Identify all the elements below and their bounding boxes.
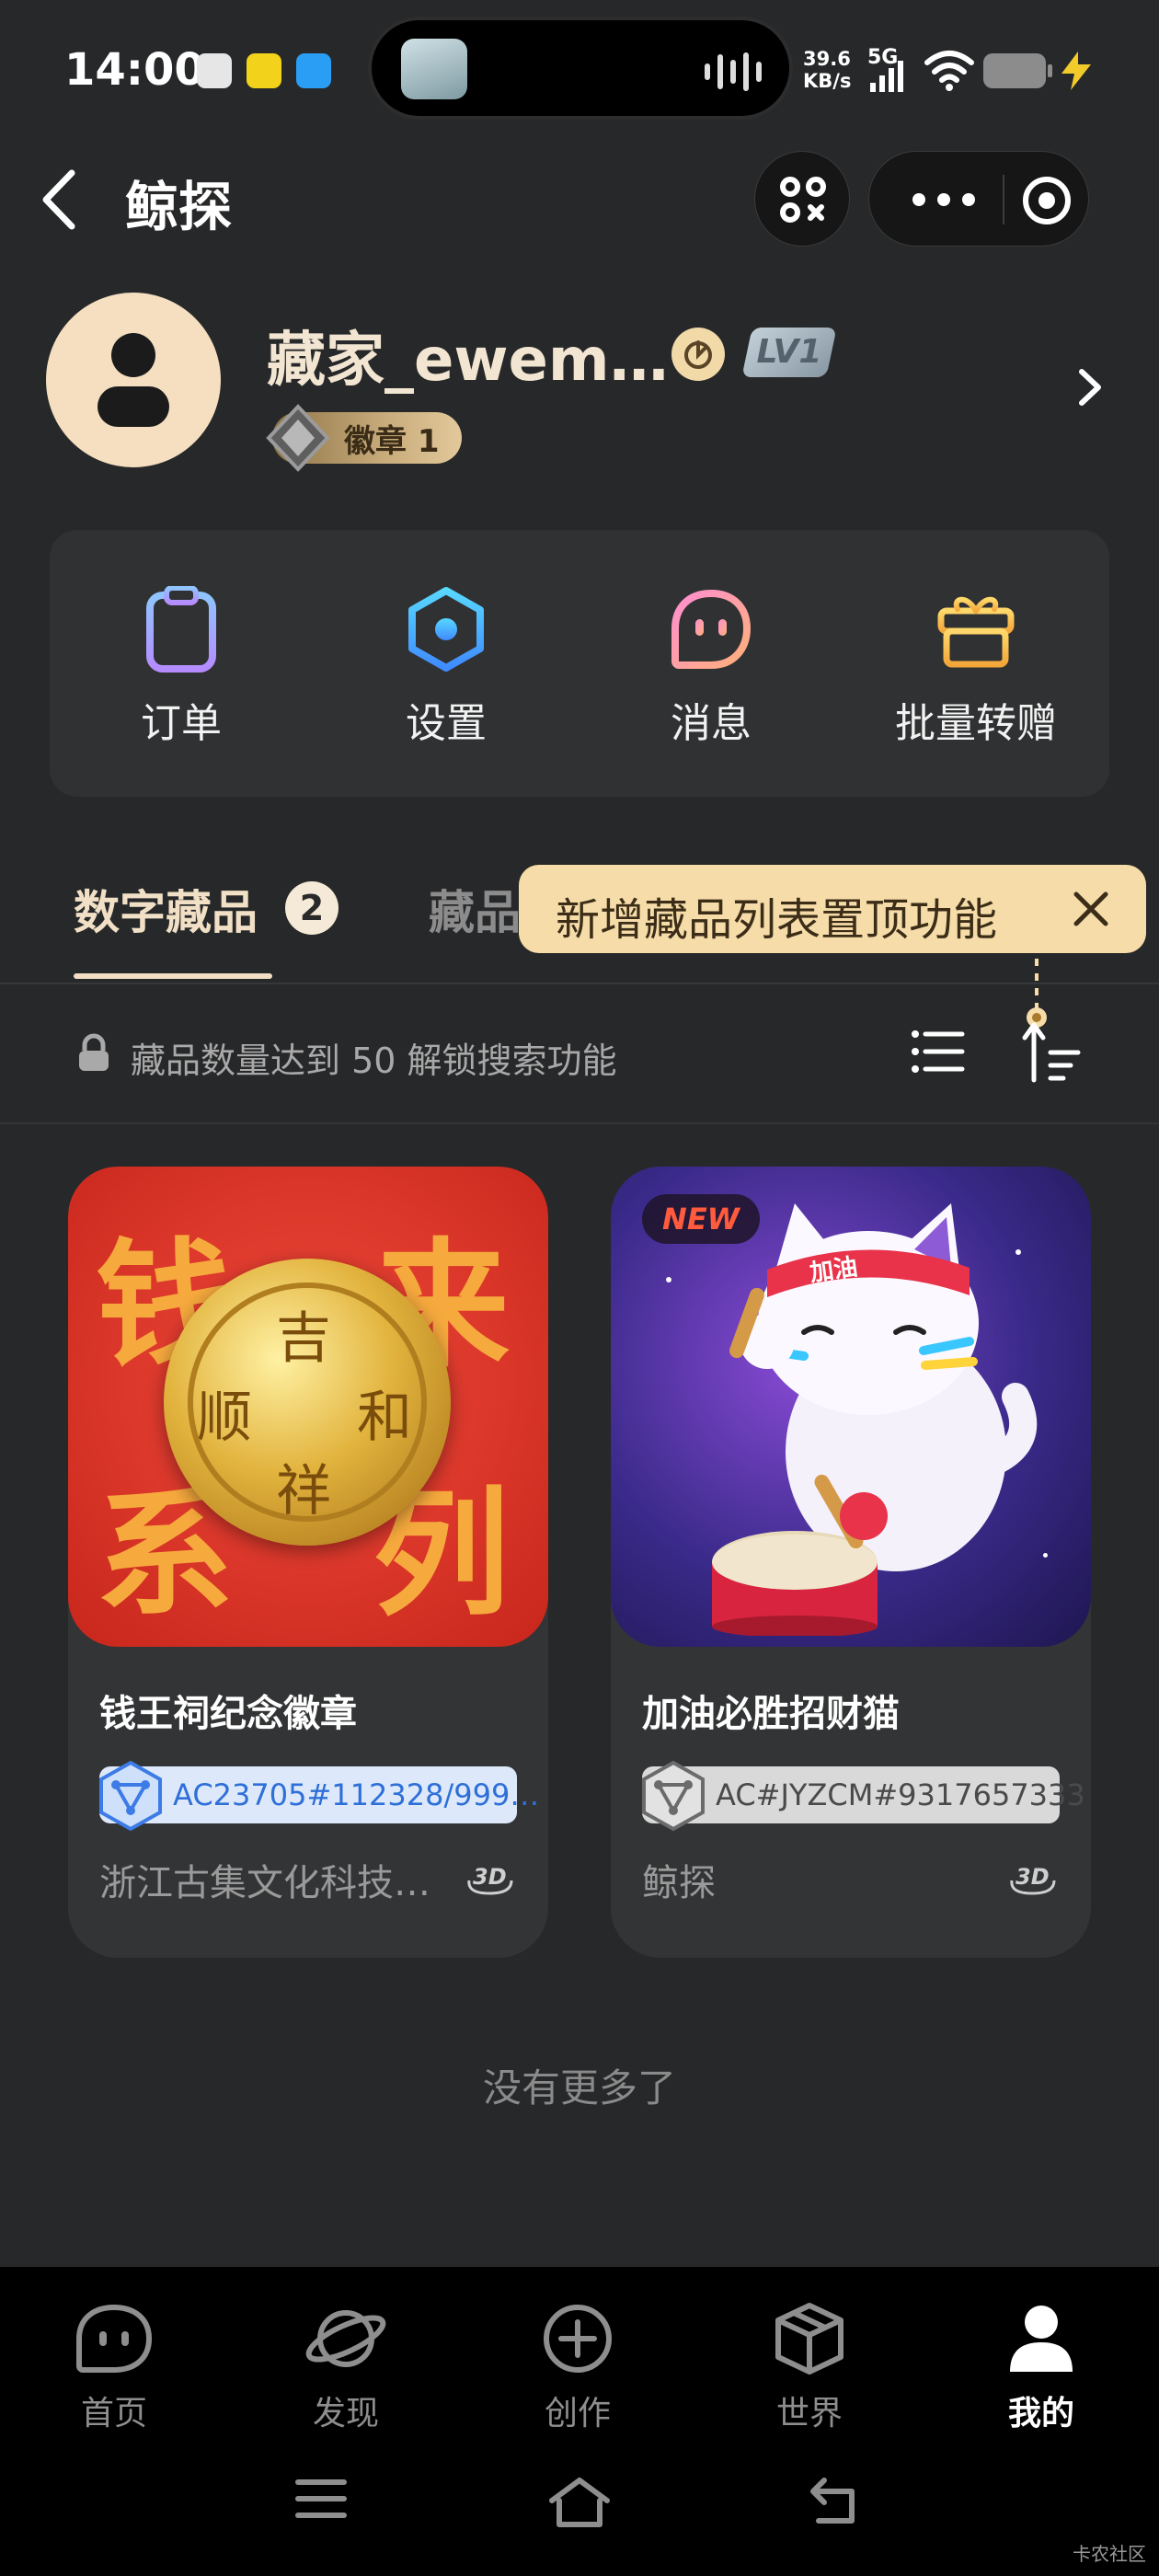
collectible-image: 加油 NEW (611, 1167, 1091, 1647)
capsule-divider (1003, 175, 1004, 224)
hash-chip[interactable]: AC#JYZCM#9317657333 (642, 1760, 1085, 1832)
chevron-right-icon[interactable] (1074, 366, 1106, 408)
default-avatar-icon (98, 333, 169, 427)
clipboard-icon (146, 586, 216, 673)
tab-digital-collectibles[interactable]: 数字藏品 (74, 876, 258, 942)
lock-icon (79, 1033, 109, 1071)
nav-label: 发现 (312, 2395, 379, 2432)
miniapp-capsule (868, 151, 1089, 247)
coin-text: 吉 (276, 1306, 331, 1371)
messages-label: 消息 (671, 700, 752, 747)
headband-text: 加油 (808, 1253, 860, 1288)
watermark: 卡农社区 (1073, 2543, 1146, 2565)
svg-text:3D: 3D (473, 1864, 507, 1890)
verified-icon (671, 328, 725, 381)
lucky-cat-illustration (712, 1203, 1038, 1636)
nav-label: 世界 (775, 2395, 843, 2432)
status-time: 14:00 (64, 44, 205, 96)
blockchain-icon (642, 1760, 705, 1832)
wifi-icon (924, 51, 974, 91)
nav-label: 创作 (544, 2395, 611, 2432)
settings-button[interactable]: 设置 (350, 580, 543, 749)
nav-label: 首页 (80, 2395, 147, 2432)
new-tag: NEW (642, 1194, 760, 1244)
search-unlock-hint: 藏品数量达到 50 解锁搜索功能 (131, 1041, 617, 1081)
badge-count-label: 徽章 1 (344, 423, 440, 460)
signal-icon (870, 61, 903, 92)
home-icon[interactable] (546, 2475, 613, 2530)
list-view-icon[interactable] (911, 1029, 966, 1075)
collectible-title: 钱王祠纪念徽章 (99, 1693, 357, 1735)
planet-icon (305, 2310, 386, 2367)
medal-icon (266, 404, 330, 472)
messages-button[interactable]: 消息 (614, 580, 808, 749)
issuer-name: 浙江古集文化科技… (99, 1862, 430, 1904)
feature-tooltip: 新增藏品列表置顶功能 (519, 865, 1146, 953)
gift-icon (937, 596, 1015, 668)
more-icon[interactable] (912, 190, 976, 209)
svg-text:3D: 3D (1016, 1864, 1050, 1890)
scan-icon (780, 177, 826, 223)
audio-wave-icon (705, 52, 762, 91)
tab-active-indicator (74, 973, 272, 979)
divider (0, 1122, 1159, 1124)
network-speed: 39.6 KB/s (803, 48, 852, 92)
person-icon (1010, 2306, 1073, 2372)
collectible-card[interactable]: 加油 NEW 加油必胜招财猫 AC#JYZCM#9317657333 鲸探 3D (611, 1167, 1091, 1958)
coin-text: 祥 (276, 1459, 331, 1524)
hexagon-settings-icon (408, 587, 484, 672)
app-notification-icon (296, 53, 331, 88)
tooltip-text: 新增藏品列表置顶功能 (556, 894, 998, 946)
app-notification-icon (197, 53, 232, 88)
battery-icon (983, 53, 1052, 88)
nav-create[interactable]: 创作 (495, 2294, 660, 2434)
issuer-name: 鲸探 (642, 1862, 716, 1904)
back-gesture-icon[interactable] (806, 2475, 865, 2526)
nav-mine[interactable]: 我的 (958, 2294, 1124, 2434)
orders-label: 订单 (141, 700, 222, 747)
nav-world[interactable]: 世界 (727, 2294, 892, 2434)
scan-button[interactable] (754, 151, 850, 247)
media-thumbnail (401, 39, 467, 99)
close-icon[interactable] (1071, 889, 1111, 929)
menu-icon[interactable] (293, 2475, 350, 2523)
level-badge: LV1 (741, 328, 837, 377)
username[interactable]: 藏家_ewem… (267, 313, 669, 397)
coin-text: 和 (357, 1386, 412, 1450)
back-icon[interactable] (37, 167, 83, 232)
nav-label: 我的 (1007, 2395, 1074, 2432)
charging-icon (1061, 52, 1091, 90)
nav-home[interactable]: 首页 (31, 2294, 197, 2434)
collectible-title: 加油必胜招财猫 (642, 1693, 900, 1735)
plus-circle-icon (544, 2305, 612, 2373)
hash-text: AC#JYZCM#9317657333 (716, 1777, 1085, 1812)
batch-transfer-label: 批量转赠 (895, 700, 1057, 747)
app-notification-icon (247, 53, 281, 88)
hash-text: AC23705#112328/999… (173, 1777, 540, 1812)
home-face-icon (76, 2304, 153, 2373)
blockchain-icon (99, 1760, 162, 1832)
orders-button[interactable]: 订单 (85, 580, 278, 749)
coin-text: 顺 (197, 1386, 252, 1450)
settings-label: 设置 (406, 700, 487, 747)
collectible-card[interactable]: 钱 来 系 列 吉 顺 和 祥 钱王祠纪念徽章 AC23705#112328/9… (68, 1167, 548, 1958)
batch-transfer-button[interactable]: 批量转赠 (879, 580, 1073, 749)
hash-chip[interactable]: AC23705#112328/999… (99, 1760, 539, 1832)
cube-icon (775, 2303, 843, 2375)
gold-coin: 吉 顺 和 祥 (164, 1259, 451, 1546)
dynamic-island[interactable] (368, 17, 793, 120)
message-face-icon (671, 589, 752, 669)
3d-icon: 3D (1010, 1864, 1056, 1895)
end-of-list-text: 没有更多了 (482, 2065, 676, 2110)
avatar[interactable] (46, 293, 221, 467)
3d-icon: 3D (467, 1864, 513, 1895)
divider (0, 983, 1159, 984)
sort-icon[interactable] (1021, 1019, 1082, 1084)
nav-discover[interactable]: 发现 (263, 2294, 429, 2434)
page-title: 鲸探 (125, 176, 233, 238)
tab-collectibles[interactable]: 藏品 (429, 876, 521, 942)
collectible-image: 钱 来 系 列 吉 顺 和 祥 (68, 1167, 548, 1647)
close-miniapp-icon[interactable] (1022, 176, 1072, 225)
tab-count-badge: 2 (285, 881, 339, 935)
